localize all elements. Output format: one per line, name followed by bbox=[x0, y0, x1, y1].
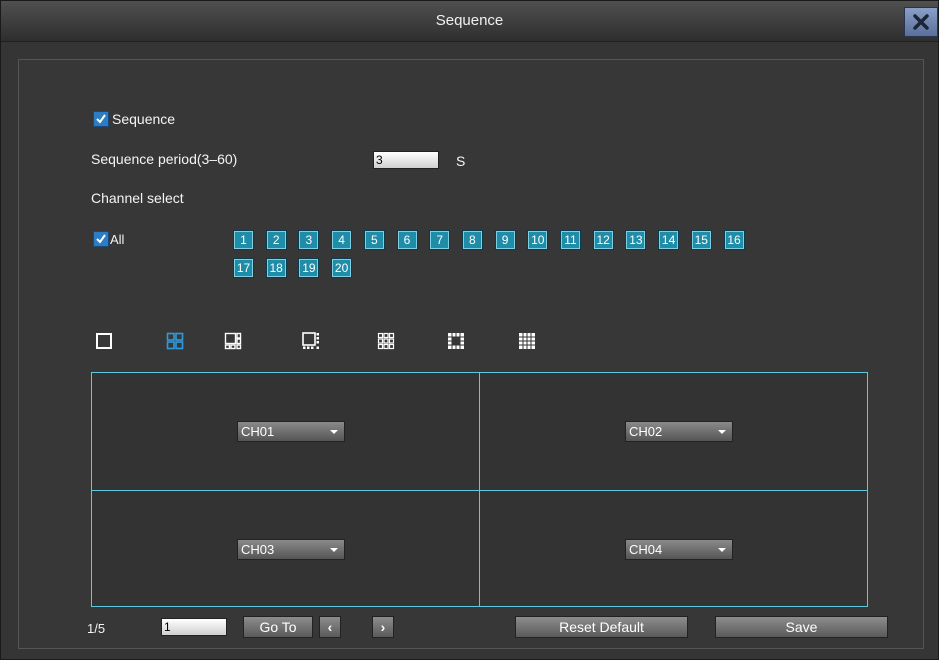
chevron-left-icon: ‹ bbox=[327, 619, 333, 635]
channel-button-9[interactable]: 9 bbox=[494, 230, 516, 250]
channel-button-17[interactable]: 17 bbox=[233, 258, 254, 278]
channel-button-4[interactable]: 4 bbox=[331, 230, 353, 250]
sequence-checkbox[interactable] bbox=[93, 111, 109, 127]
channel-button-1[interactable]: 1 bbox=[233, 230, 254, 250]
chevron-down-icon bbox=[330, 548, 338, 552]
channel-button-19[interactable]: 19 bbox=[298, 258, 320, 278]
dropdown-value: CH03 bbox=[241, 542, 275, 557]
preview-grid: CH01 CH02 CH03 CH04 bbox=[91, 372, 868, 607]
nine-view-icon[interactable] bbox=[375, 330, 397, 352]
thirteen-view-icon[interactable] bbox=[445, 330, 467, 352]
channel-select-dropdown[interactable]: CH01 bbox=[237, 421, 345, 442]
channel-button-6[interactable]: 6 bbox=[396, 230, 418, 250]
channel-button-16[interactable]: 16 bbox=[723, 230, 745, 250]
channel-button-2[interactable]: 2 bbox=[265, 230, 287, 250]
prev-page-button[interactable]: ‹ bbox=[319, 616, 341, 638]
sequence-dialog: Sequence Sequence Sequence period(3–60) … bbox=[0, 0, 939, 660]
save-button[interactable]: Save bbox=[715, 616, 888, 638]
chevron-right-icon: › bbox=[380, 619, 386, 635]
channel-button-18[interactable]: 18 bbox=[265, 258, 287, 278]
title-bar: Sequence bbox=[1, 1, 938, 42]
channel-button-8[interactable]: 8 bbox=[461, 230, 483, 250]
period-input[interactable]: 3 bbox=[373, 151, 439, 169]
goto-button[interactable]: Go To bbox=[243, 616, 313, 638]
channel-button-11[interactable]: 11 bbox=[560, 230, 581, 250]
single-view-icon[interactable] bbox=[93, 330, 115, 352]
all-checkbox[interactable] bbox=[93, 231, 109, 247]
quad-view-icon[interactable] bbox=[164, 330, 186, 352]
dropdown-value: CH01 bbox=[241, 424, 275, 439]
grid-cell: CH03 bbox=[92, 491, 480, 606]
channel-button-10[interactable]: 10 bbox=[527, 230, 549, 250]
close-button[interactable] bbox=[904, 7, 938, 37]
chevron-down-icon bbox=[718, 548, 726, 552]
chevron-down-icon bbox=[718, 430, 726, 434]
channel-button-3[interactable]: 3 bbox=[298, 230, 320, 250]
channel-select-label: Channel select bbox=[91, 190, 184, 206]
close-icon bbox=[913, 14, 929, 30]
grid-cell: CH02 bbox=[480, 373, 867, 491]
page-indicator: 1/5 bbox=[87, 621, 106, 636]
period-label: Sequence period(3–60) bbox=[91, 151, 238, 167]
dropdown-value: CH04 bbox=[629, 542, 663, 557]
sequence-toggle[interactable]: Sequence bbox=[93, 111, 175, 127]
channel-select-dropdown[interactable]: CH04 bbox=[625, 539, 733, 560]
dropdown-value: CH02 bbox=[629, 424, 663, 439]
channel-select-dropdown[interactable]: CH02 bbox=[625, 421, 733, 442]
checkmark-icon bbox=[96, 114, 106, 124]
period-unit: S bbox=[456, 153, 466, 169]
eight-view-icon[interactable] bbox=[300, 330, 322, 352]
channel-button-15[interactable]: 15 bbox=[690, 230, 712, 250]
channel-button-14[interactable]: 14 bbox=[658, 230, 680, 250]
chevron-down-icon bbox=[330, 430, 338, 434]
channel-button-5[interactable]: 5 bbox=[363, 230, 385, 250]
channel-button-20[interactable]: 20 bbox=[331, 258, 353, 278]
grid-cell: CH04 bbox=[480, 491, 867, 606]
all-label: All bbox=[110, 231, 125, 247]
checkmark-icon bbox=[96, 234, 106, 244]
reset-default-button[interactable]: Reset Default bbox=[515, 616, 688, 638]
channel-button-13[interactable]: 13 bbox=[625, 230, 647, 250]
dialog-title: Sequence bbox=[435, 12, 504, 29]
six-view-icon[interactable] bbox=[222, 330, 244, 352]
next-page-button[interactable]: › bbox=[372, 616, 394, 638]
channel-button-7[interactable]: 7 bbox=[429, 230, 451, 250]
page-input[interactable]: 1 bbox=[161, 618, 227, 636]
sequence-label: Sequence bbox=[112, 111, 176, 127]
sixteen-view-icon[interactable] bbox=[516, 330, 538, 352]
content-panel: Sequence Sequence period(3–60) 3 S Chann… bbox=[18, 59, 924, 649]
all-toggle[interactable]: All bbox=[93, 231, 124, 247]
channel-select-dropdown[interactable]: CH03 bbox=[237, 539, 345, 560]
grid-cell: CH01 bbox=[92, 373, 480, 491]
channel-button-12[interactable]: 12 bbox=[592, 230, 614, 250]
